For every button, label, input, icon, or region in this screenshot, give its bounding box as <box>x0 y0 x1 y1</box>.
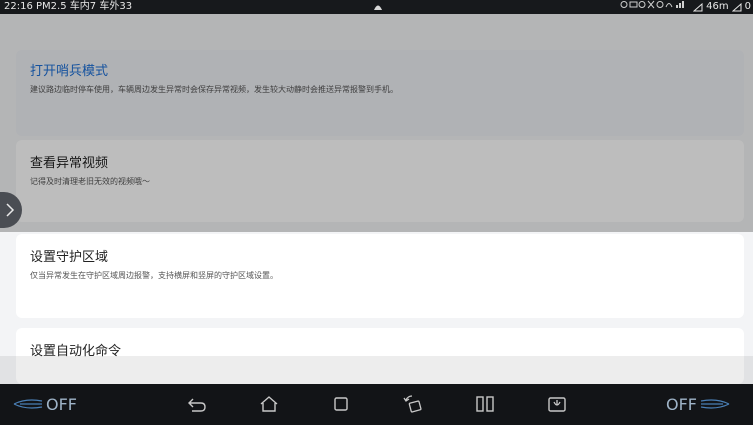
back-button[interactable] <box>186 393 208 415</box>
card-description: 仅当异常发生在守护区域周边报警，支持横屏和竖屏的守护区域设置。 <box>30 271 278 280</box>
split-screen-button[interactable] <box>474 393 496 415</box>
power-button[interactable] <box>546 393 568 415</box>
home-icon <box>260 396 278 412</box>
left-fan-control[interactable]: OFF <box>12 393 102 415</box>
chevron-right-icon <box>6 203 15 217</box>
status-outside-temp: 车外33 <box>99 1 133 12</box>
recents-icon <box>334 397 348 411</box>
home-button[interactable] <box>258 393 280 415</box>
status-icons <box>620 0 690 14</box>
right-fan-icon <box>700 399 730 409</box>
rotate-button[interactable] <box>402 393 424 415</box>
signal-icon <box>693 2 703 11</box>
split-screen-icon <box>476 396 494 412</box>
right-fan-label: OFF <box>666 394 697 414</box>
dim-overlay-bottom <box>0 356 753 384</box>
screen-power-icon <box>548 397 566 412</box>
status-bar: 22:16 PM2.5 车内7 车外33 46m 0 <box>0 0 753 14</box>
status-tray-icons <box>620 0 685 9</box>
status-speed: 46m <box>706 1 729 12</box>
right-fan-control[interactable]: OFF <box>666 393 753 415</box>
recents-button[interactable] <box>330 393 352 415</box>
battery-signal-icon <box>731 2 742 11</box>
left-fan-icon <box>13 399 43 409</box>
dim-overlay-top <box>0 14 753 232</box>
rotate-screen-icon <box>403 395 422 413</box>
guard-area-card[interactable]: 设置守护区域 仅当异常发生在守护区域周边报警，支持横屏和竖屏的守护区域设置。 <box>16 234 744 318</box>
notification-icon <box>374 5 382 10</box>
card-title: 设置守护区域 <box>30 250 109 265</box>
back-icon <box>188 398 206 412</box>
status-inside-temp: 车内7 <box>69 1 97 12</box>
status-left: 22:16 PM2.5 车内7 车外33 <box>4 0 132 14</box>
status-pm25: PM2.5 <box>36 1 67 12</box>
left-fan-label: OFF <box>46 394 77 414</box>
status-right: 46m 0 <box>620 0 751 14</box>
navigation-bar: OFF OFF <box>0 384 753 425</box>
status-battery: 0 <box>744 1 751 12</box>
status-time: 22:16 <box>4 1 33 12</box>
